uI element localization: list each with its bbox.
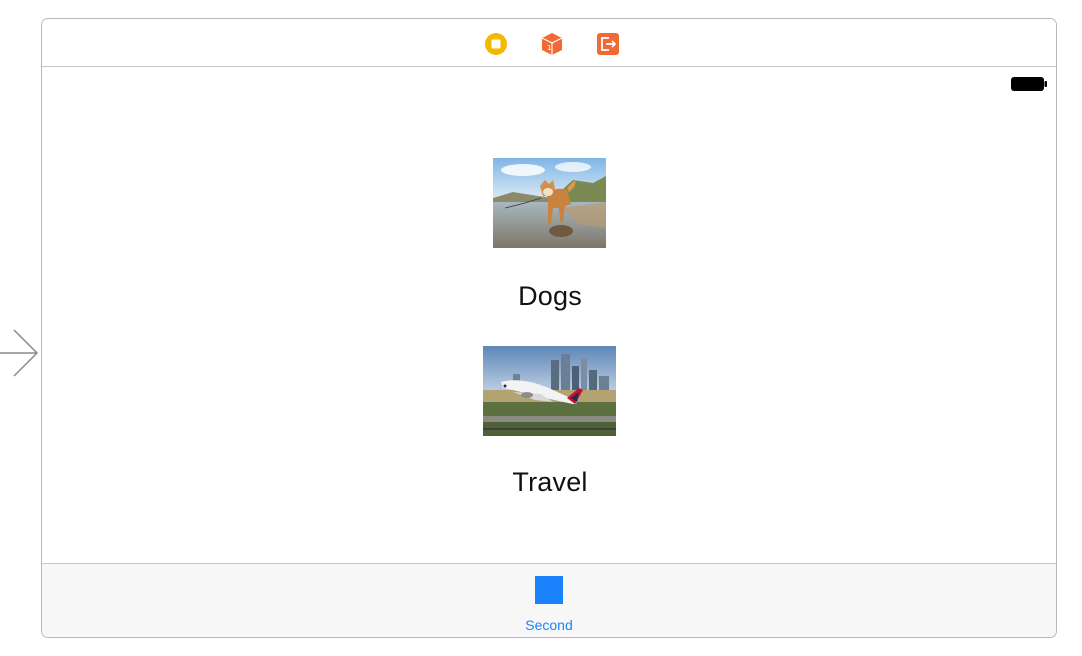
entry-point-arrow-icon [0,329,39,377]
view-controller-scene[interactable]: 1 Dogs Travel Second [41,18,1057,638]
first-responder-icon[interactable]: 1 [540,32,564,56]
tab-second[interactable]: Second [500,564,598,637]
storyboard-canvas: 1 Dogs Travel Second [0,0,1082,656]
dogs-label: Dogs [518,281,582,311]
svg-text:1: 1 [547,44,551,52]
tab-bar: Second [42,563,1056,637]
scene-dock-icons: 1 [482,32,622,56]
scene-dock: 1 [42,19,1056,67]
tab-second-label: Second [525,617,573,633]
airplane-photo[interactable] [483,346,616,436]
dog-photo[interactable] [493,158,606,248]
view-controller-icon[interactable] [484,32,508,56]
scene-content: Dogs Travel [42,67,1056,563]
square-tab-icon [535,576,563,604]
exit-icon[interactable] [596,32,620,56]
travel-label: Travel [512,467,588,497]
